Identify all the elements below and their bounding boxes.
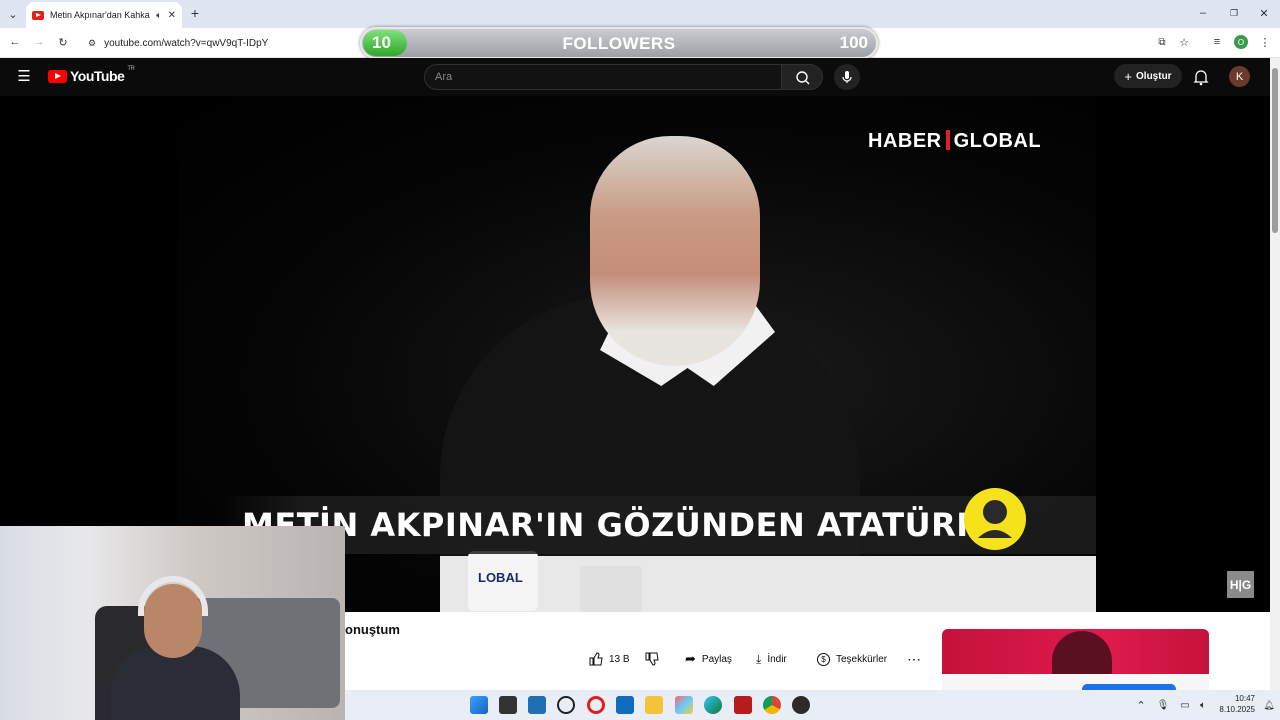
show-badge-logo <box>964 488 1026 550</box>
scrollbar-thumb[interactable] <box>1272 68 1278 233</box>
site-info-icon[interactable]: ⚙ <box>88 38 96 49</box>
restore-icon[interactable]: ❐ <box>1227 6 1241 20</box>
like-count: 13 B <box>609 653 630 665</box>
logo-text-left: HABER <box>868 130 942 152</box>
chrome-icon[interactable] <box>763 696 781 714</box>
edge-icon[interactable] <box>704 696 722 714</box>
search-icon <box>796 71 810 85</box>
plus-icon: + <box>1124 68 1133 84</box>
video-title: onuştum <box>345 622 400 637</box>
headphones <box>138 576 208 616</box>
clock-date: 8.10.2025 <box>1219 705 1255 714</box>
back-icon[interactable]: ← <box>8 35 22 49</box>
bookmark-star-icon[interactable]: ☆ <box>1177 35 1191 49</box>
tab-audio-icon[interactable]: 🔈︎ <box>156 10 161 21</box>
thumbs-down-icon <box>645 652 659 666</box>
outlook-icon[interactable] <box>616 696 634 714</box>
forward-icon[interactable]: → <box>32 35 46 49</box>
address-bar[interactable]: ⚙ youtube.com/watch?v=qwV9qT-IDpY <box>82 31 372 55</box>
thanks-label: Teşekkürler <box>836 653 888 665</box>
channel-corner-logo: H|G <box>1227 571 1254 598</box>
video-cup-text: LOBAL <box>478 570 523 585</box>
notifications-button[interactable] <box>1193 68 1209 86</box>
create-button[interactable]: + Oluştur <box>1114 64 1182 88</box>
download-button[interactable]: ⤓ İndir <box>756 650 787 668</box>
youtube-play-icon <box>48 69 67 83</box>
region-code: TR <box>127 66 135 72</box>
dislike-button[interactable] <box>645 650 659 668</box>
install-app-icon[interactable]: ⧉ <box>1155 35 1169 49</box>
download-label: İndir <box>767 653 787 665</box>
tray-clock[interactable]: 10:47 8.10.2025 <box>1215 693 1255 715</box>
followers-label: FOLLOWERS <box>562 34 676 53</box>
search-button[interactable] <box>781 64 823 90</box>
haber-global-logo: HABER GLOBAL <box>868 130 1041 153</box>
copilot-icon[interactable] <box>675 696 693 714</box>
tray-overflow-icon[interactable]: ⌃ <box>1135 698 1147 712</box>
logo-text-right: GLOBAL <box>953 130 1042 152</box>
tab-search-chevron-icon[interactable]: ⌄ <box>6 7 20 21</box>
youtube-header: ☰ YouTube TR Ara + Oluştur K <box>0 58 1270 96</box>
video-desk <box>440 556 1096 612</box>
share-icon: ➦ <box>685 651 696 666</box>
minimize-icon[interactable]: – <box>1196 6 1210 20</box>
video-person-head <box>590 136 760 366</box>
video-info-section: onuştum 13 B ➦ Paylaş ⤓ İndir $ Teşekkür… <box>345 612 1270 690</box>
task-view-icon[interactable] <box>499 696 517 714</box>
profile-avatar[interactable]: O <box>1234 35 1248 49</box>
search-input[interactable]: Ara <box>424 64 782 90</box>
thanks-icon: $ <box>817 652 830 666</box>
like-button[interactable]: 13 B <box>589 650 630 668</box>
sidebar-ad[interactable] <box>942 629 1209 690</box>
tray-network-icon[interactable]: ▭ <box>1179 698 1191 712</box>
new-tab-icon[interactable]: + <box>188 5 202 21</box>
store-icon[interactable] <box>528 696 546 714</box>
browser-tab-strip: ⌄ Metin Akpınar'dan Kahkaha 🔈︎ ✕ + – ❐ ✕ <box>0 0 1280 28</box>
tray-volume-icon[interactable]: 🔈︎ <box>1197 698 1209 712</box>
file-explorer-icon[interactable] <box>645 696 663 714</box>
browser-tab[interactable]: Metin Akpınar'dan Kahkaha 🔈︎ ✕ <box>26 2 182 28</box>
youtube-favicon-icon <box>32 10 44 20</box>
browser-menu-icon[interactable]: ⋮ <box>1258 35 1272 49</box>
ad-figure <box>1052 631 1112 676</box>
start-windows-icon[interactable] <box>470 696 488 714</box>
clock-time: 10:47 <box>1234 694 1255 703</box>
window-close-icon[interactable]: ✕ <box>1257 6 1271 20</box>
thumbs-up-icon <box>589 652 603 666</box>
video-cup-second <box>580 566 642 612</box>
tab-close-icon[interactable]: ✕ <box>168 10 176 21</box>
tab-title: Metin Akpınar'dan Kahkaha <box>50 10 151 20</box>
page-scrollbar[interactable] <box>1270 58 1280 690</box>
windows-taskbar: ⌃ 🎙︎ ▭ 🔈︎ 10:47 8.10.2025 🔔︎ <box>345 690 1280 720</box>
stream-app-icon[interactable] <box>734 696 752 714</box>
bell-icon <box>1193 70 1209 86</box>
notification-center-icon[interactable]: 🔔︎ <box>1263 698 1275 712</box>
thanks-button[interactable]: $ Teşekkürler <box>817 650 887 668</box>
hamburger-menu-icon[interactable]: ☰ <box>16 68 32 85</box>
tray-mic-icon[interactable]: 🎙︎ <box>1157 698 1170 712</box>
create-label: Oluştur <box>1136 70 1172 82</box>
microphone-icon <box>842 71 852 83</box>
logo-separator <box>945 130 950 150</box>
league-client-icon[interactable] <box>792 696 810 714</box>
reload-icon[interactable]: ↻ <box>56 35 70 49</box>
youtube-logo[interactable]: YouTube TR <box>48 66 135 84</box>
share-button[interactable]: ➦ Paylaş <box>685 650 732 668</box>
download-icon: ⤓ <box>756 651 762 666</box>
media-control-icon[interactable]: ≡ <box>1210 35 1224 49</box>
account-avatar[interactable]: K <box>1229 66 1250 87</box>
opera-icon[interactable] <box>587 696 605 714</box>
followers-goal-bar: 10 FOLLOWERS 100 <box>360 27 878 59</box>
share-label: Paylaş <box>701 653 732 665</box>
voice-search-button[interactable] <box>834 64 860 90</box>
more-actions-button[interactable]: ⋯ <box>907 650 921 668</box>
url-text: youtube.com/watch?v=qwV9qT-IDpY <box>104 37 269 49</box>
webcam-overlay <box>0 526 345 720</box>
chatgpt-icon[interactable] <box>557 696 575 714</box>
followers-goal: 100 <box>839 33 868 52</box>
youtube-logo-text: YouTube <box>70 68 125 84</box>
video-headline: METİN AKPINAR'IN GÖZÜNDEN ATATÜRK <box>242 506 982 544</box>
